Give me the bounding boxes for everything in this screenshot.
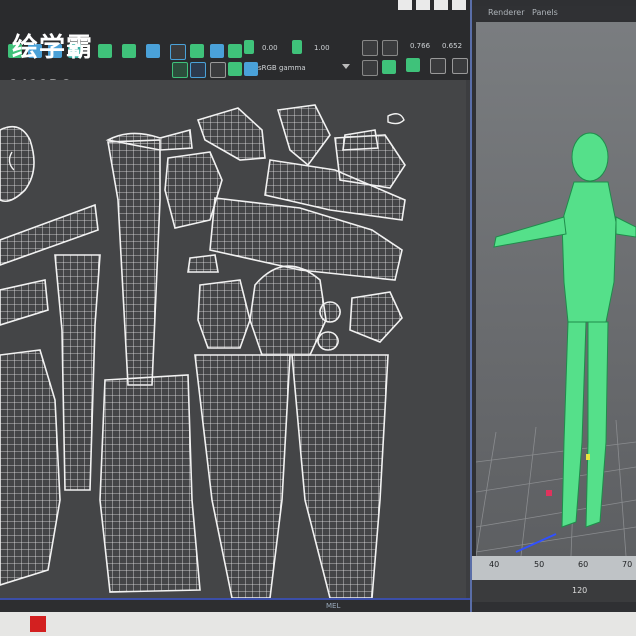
uv-value-1[interactable]: 0.00 xyxy=(262,44,278,52)
uv-tool-icon[interactable] xyxy=(210,44,224,58)
uv-tool-icon[interactable] xyxy=(362,40,378,56)
uv-shell-piece xyxy=(197,279,251,349)
uv-shell-body xyxy=(99,374,201,593)
uv-layout xyxy=(0,104,406,599)
texture-icon[interactable] xyxy=(210,62,226,78)
uv-tool-icon[interactable] xyxy=(228,44,242,58)
uv-shell-piece xyxy=(319,301,341,323)
uv-tool-icon[interactable] xyxy=(362,60,378,76)
uv-snapshot-icon[interactable] xyxy=(382,60,396,74)
timeline-tick: 60 xyxy=(578,560,589,569)
timeline-tick: 40 xyxy=(489,560,500,569)
uv-tool-icon[interactable] xyxy=(122,44,136,58)
uv-tool-icon[interactable] xyxy=(170,44,186,60)
range-end-field[interactable]: 120 xyxy=(572,586,587,595)
watermark-logo: 绘学霸 xyxy=(12,33,94,63)
uv-shell-leg xyxy=(291,354,389,599)
uv-tool-icon[interactable] xyxy=(244,62,258,76)
uv-tool-icon[interactable] xyxy=(292,40,302,54)
uv-shell-head xyxy=(0,125,35,203)
close-icon[interactable] xyxy=(434,0,448,10)
uv-tool-icon[interactable] xyxy=(98,44,112,58)
range-slider[interactable]: 120 xyxy=(472,580,636,602)
uv-tool-icon[interactable] xyxy=(228,62,242,76)
uv-tool-icon[interactable] xyxy=(244,40,254,54)
timeline-tick: 50 xyxy=(534,560,545,569)
uv-shell-piece xyxy=(342,129,379,151)
color-space-select[interactable]: sRGB gamma xyxy=(258,64,306,72)
viewport-scene xyxy=(475,132,636,557)
timeline-tick: 70 xyxy=(622,560,633,569)
uv-tool-icon[interactable] xyxy=(452,58,468,74)
uv-canvas[interactable] xyxy=(0,80,466,599)
menu-renderer[interactable]: Renderer xyxy=(488,8,525,17)
mel-label[interactable]: MEL xyxy=(326,602,340,610)
minimize-icon[interactable] xyxy=(398,0,412,10)
uv-tool-icon[interactable] xyxy=(430,58,446,74)
figure-arm-right xyxy=(615,216,636,238)
uv-tool-icon[interactable] xyxy=(146,44,160,58)
uv-value-2[interactable]: 1.00 xyxy=(314,44,330,52)
uv-tool-icon[interactable] xyxy=(406,58,420,72)
window-edge xyxy=(452,0,466,10)
uv-shell-leg xyxy=(107,139,161,386)
figure-leg-right xyxy=(585,321,609,528)
uv-tool-icon[interactable] xyxy=(190,44,204,58)
uv-shell-piece xyxy=(187,254,219,273)
uv-shell-leg xyxy=(54,254,101,491)
uv-shell-torso xyxy=(0,349,61,586)
app-icon[interactable] xyxy=(30,616,46,632)
uv-shell-leg xyxy=(194,354,291,599)
figure-arm-left xyxy=(493,216,567,248)
uv-tool-icon[interactable] xyxy=(382,40,398,56)
uv-shell-head xyxy=(249,265,327,356)
viewport-canvas[interactable] xyxy=(475,22,636,557)
uv-coord-u: 0.766 xyxy=(410,42,431,50)
uv-shell-piece xyxy=(317,331,339,351)
menu-panels[interactable]: Panels xyxy=(532,8,558,17)
maximize-icon[interactable] xyxy=(416,0,430,10)
uv-tool-icon[interactable] xyxy=(190,62,206,78)
figure-head xyxy=(571,132,609,182)
grid-icon[interactable] xyxy=(172,62,188,78)
uv-shell-arm xyxy=(0,279,49,326)
figure-torso xyxy=(561,181,617,323)
chevron-down-icon[interactable] xyxy=(342,64,350,69)
uv-coord-v: 0.652 xyxy=(442,42,463,50)
figure-leg-left xyxy=(561,321,587,528)
uv-shell-hand xyxy=(349,291,403,343)
taskbar xyxy=(0,612,636,636)
uv-shell-foot xyxy=(276,104,331,167)
